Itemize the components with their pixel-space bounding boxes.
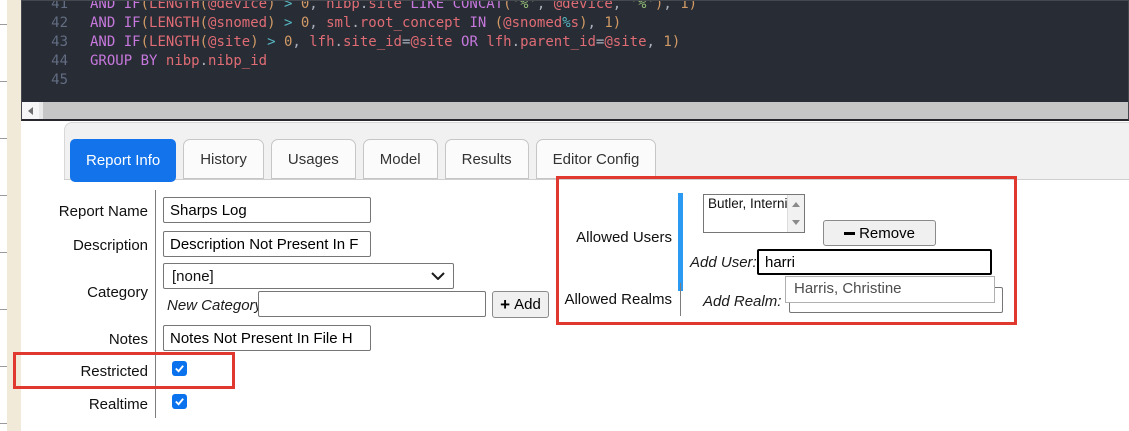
scroll-up-button[interactable] [788, 195, 804, 214]
allowed-users-accent-bar [678, 193, 683, 291]
tab-strip-divider [64, 179, 1129, 180]
tab-results[interactable]: Results [445, 139, 529, 179]
new-category-label: New Category: [167, 297, 266, 314]
code-line: 43AND IF(LENGTH(@site) > 0, lfh.site_id=… [22, 33, 1128, 52]
tab-history[interactable]: History [183, 139, 264, 179]
chevron-down-icon [431, 272, 445, 280]
tab-usages[interactable]: Usages [271, 139, 356, 179]
realtime-label: Realtime [89, 396, 148, 413]
tab-model[interactable]: Model [363, 139, 438, 179]
category-label: Category [87, 284, 148, 301]
scroll-up-icon [792, 198, 800, 207]
new-category-input[interactable] [258, 291, 486, 317]
left-margin [7, 0, 21, 431]
user-suggestion-item[interactable]: Harris, Christine [785, 276, 995, 303]
check-icon [174, 396, 185, 407]
report-name-label: Report Name [59, 203, 148, 220]
realms-column-divider [680, 283, 681, 316]
allowed-realms-label: Allowed Realms [564, 291, 672, 308]
tab-report-info[interactable]: Report Info [70, 139, 176, 182]
editor-horizontal-scrollbar[interactable] [22, 102, 1128, 119]
sql-editor[interactable]: 41AND IF(LENGTH(@device) > 0, nibp.site … [21, 0, 1129, 121]
code-line: 42AND IF(LENGTH(@snomed) > 0, sml.root_c… [22, 14, 1128, 33]
category-selected-value: [none] [172, 268, 214, 285]
restricted-label: Restricted [80, 363, 148, 380]
category-select[interactable]: [none] [163, 263, 454, 289]
description-input[interactable] [163, 231, 371, 257]
form-column-divider [155, 190, 156, 418]
check-icon [174, 363, 185, 374]
code-line: 45 [22, 71, 1128, 90]
report-name-input[interactable] [163, 197, 371, 223]
realtime-checkbox[interactable] [172, 394, 187, 409]
remove-user-button[interactable]: Remove [823, 220, 936, 246]
code-lines: 41AND IF(LENGTH(@device) > 0, nibp.site … [22, 0, 1128, 90]
add-category-button[interactable]: +Add [492, 291, 549, 318]
scroll-down-button[interactable] [788, 214, 804, 233]
add-user-label: Add User: [690, 254, 757, 271]
scroll-left-icon [24, 107, 33, 115]
notes-input[interactable] [163, 325, 371, 351]
ruler-strip [0, 0, 7, 431]
listbox-scrollbar[interactable] [787, 195, 804, 232]
tab-editor-config[interactable]: Editor Config [536, 139, 657, 179]
plus-icon: + [500, 296, 510, 313]
minus-icon [844, 232, 855, 235]
allowed-users-label: Allowed Users [576, 229, 672, 246]
allowed-users-listbox[interactable]: Butler, Internist [703, 194, 805, 233]
scroll-left-button[interactable] [22, 102, 39, 119]
restricted-checkbox[interactable] [172, 361, 187, 376]
scrollbar-thumb[interactable] [43, 102, 1128, 119]
code-line: 44GROUP BY nibp.nibp_id [22, 52, 1128, 71]
add-realm-label: Add Realm: [703, 293, 781, 310]
add-user-input[interactable] [757, 249, 992, 275]
tab-bar: Report Info History Usages Model Results… [70, 139, 656, 179]
description-label: Description [73, 237, 148, 254]
notes-label: Notes [109, 331, 148, 348]
scroll-down-icon [792, 220, 800, 229]
code-line: 41AND IF(LENGTH(@device) > 0, nibp.site … [22, 0, 1128, 14]
